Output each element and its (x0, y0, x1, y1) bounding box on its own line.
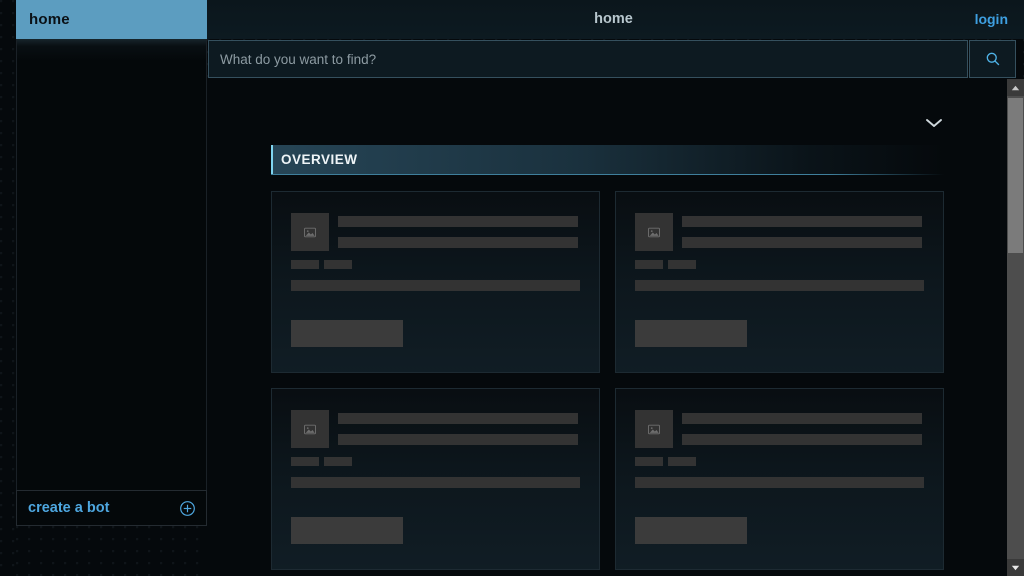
plus-circle-icon (179, 500, 196, 517)
picture-placeholder-icon (648, 227, 660, 238)
content-area: OVERVIEW (207, 79, 1007, 576)
card-title-skeleton (682, 213, 922, 251)
skeleton-line (338, 434, 578, 445)
card-title-skeleton (338, 410, 578, 448)
search-icon (985, 51, 1001, 67)
left-gutter (0, 0, 16, 576)
picture-placeholder-icon (304, 227, 316, 238)
vertical-scrollbar[interactable] (1007, 79, 1024, 576)
card-body-skeleton (635, 477, 924, 488)
bot-card-skeleton[interactable] (271, 191, 600, 373)
triangle-up-icon (1011, 85, 1020, 91)
card-action-skeleton[interactable] (291, 517, 403, 544)
section-title: OVERVIEW (281, 152, 358, 167)
skeleton-line (682, 216, 922, 227)
sidebar-bot-list (16, 39, 207, 490)
search-input[interactable] (220, 51, 967, 67)
sidebar-footer-spacer (16, 526, 207, 576)
card-title-skeleton (338, 213, 578, 251)
card-header (635, 410, 922, 448)
card-header (291, 213, 578, 251)
skeleton-tag (291, 260, 319, 269)
skeleton-line (682, 237, 922, 248)
card-tags-skeleton (291, 457, 352, 466)
card-grid (271, 191, 944, 570)
card-tags-skeleton (291, 260, 352, 269)
skeleton-line (682, 434, 922, 445)
collapse-row (207, 79, 1007, 145)
chevron-down-icon[interactable] (924, 116, 944, 128)
triangle-down-icon (1011, 565, 1020, 571)
page-title: home (594, 11, 633, 27)
bot-card-skeleton[interactable] (271, 388, 600, 570)
sidebar: home create a bot (16, 0, 207, 576)
card-body-skeleton (291, 477, 580, 488)
section-header-overview: OVERVIEW (271, 145, 944, 174)
bot-card-skeleton[interactable] (615, 388, 944, 570)
scroll-up-button[interactable] (1007, 79, 1024, 96)
card-thumbnail (291, 410, 329, 448)
sidebar-home-label: home (29, 11, 70, 28)
search-bar (207, 39, 1024, 79)
scrollbar-thumb[interactable] (1008, 98, 1023, 253)
picture-placeholder-icon (648, 424, 660, 435)
sidebar-item-home[interactable]: home (16, 0, 207, 39)
app-root: home create a bot home login What do you… (0, 0, 1024, 576)
skeleton-line (338, 413, 578, 424)
create-bot-button[interactable]: create a bot (16, 490, 207, 526)
skeleton-tag (324, 457, 352, 466)
skeleton-tag (668, 457, 696, 466)
card-header (291, 410, 578, 448)
card-thumbnail (635, 410, 673, 448)
skeleton-tag (324, 260, 352, 269)
card-action-skeleton[interactable] (291, 320, 403, 347)
card-body-skeleton (635, 280, 924, 291)
skeleton-tag (291, 457, 319, 466)
card-thumbnail (635, 213, 673, 251)
scroll-down-button[interactable] (1007, 559, 1024, 576)
scrollbar-track[interactable] (1007, 96, 1024, 559)
card-tags-skeleton (635, 457, 696, 466)
card-tags-skeleton (635, 260, 696, 269)
card-title-skeleton (682, 410, 922, 448)
skeleton-line (338, 237, 578, 248)
search-input-wrapper[interactable] (208, 40, 968, 78)
skeleton-tag (635, 457, 663, 466)
card-body-skeleton (291, 280, 580, 291)
skeleton-tag (635, 260, 663, 269)
card-thumbnail (291, 213, 329, 251)
section-underline (271, 174, 944, 175)
topbar: home login (207, 0, 1024, 39)
picture-placeholder-icon (304, 424, 316, 435)
search-button[interactable] (969, 40, 1016, 78)
card-header (635, 213, 922, 251)
card-action-skeleton[interactable] (635, 320, 747, 347)
login-link[interactable]: login (975, 11, 1008, 27)
create-bot-label: create a bot (28, 500, 110, 516)
skeleton-line (338, 216, 578, 227)
bot-card-skeleton[interactable] (615, 191, 944, 373)
skeleton-line (682, 413, 922, 424)
skeleton-tag (668, 260, 696, 269)
card-action-skeleton[interactable] (635, 517, 747, 544)
